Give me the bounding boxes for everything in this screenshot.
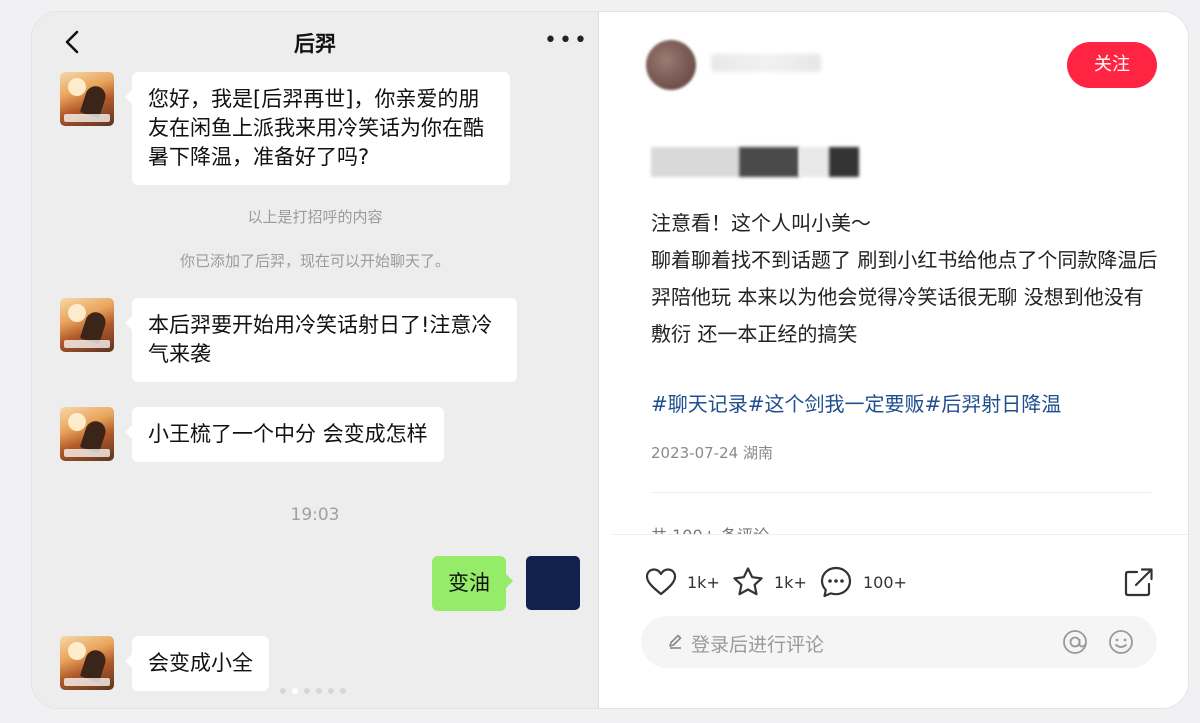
- mention-icon[interactable]: [1061, 628, 1089, 656]
- comment-placeholder: 登录后进行评论: [691, 634, 825, 656]
- system-notice: 以上是打招呼的内容: [247, 208, 383, 226]
- heart-icon: [645, 568, 677, 596]
- screenshot-frame: 后羿 ••• 您好，我是[后羿再世]，你亲爱的朋友在闲鱼上派我来用冷笑话为你在酷…: [32, 12, 1188, 708]
- blurred-image: [829, 147, 859, 177]
- hashtag-link[interactable]: #后羿射日降温: [925, 392, 1062, 416]
- blurred-image: [739, 147, 799, 177]
- my-avatar[interactable]: [526, 556, 580, 610]
- comment-total: 100+: [863, 572, 907, 592]
- author-avatar[interactable]: [646, 40, 696, 90]
- post-panel: 关注 注意看！这个人叫小美～ 聊着聊着找不到话题了 刷到小红书给他点了个同款降温…: [611, 12, 1188, 708]
- follow-button[interactable]: 关注: [1067, 42, 1157, 88]
- chat-title: 后羿: [294, 32, 336, 56]
- divider: [651, 492, 1151, 493]
- like-button[interactable]: 1k+: [645, 565, 720, 599]
- star-icon: [733, 567, 763, 596]
- carousel-indicator: [277, 679, 349, 698]
- message-bubble[interactable]: 您好，我是[后羿再世]，你亲爱的朋友在闲鱼上派我来用冷笑话为你在酷暑下降温，准备…: [125, 72, 510, 185]
- contact-avatar[interactable]: [60, 636, 114, 690]
- post-location: 湖南: [742, 444, 773, 462]
- blurred-image: [799, 147, 829, 177]
- post-meta: 2023-07-24 湖南: [651, 442, 773, 463]
- chat-header: 后羿 •••: [32, 12, 598, 72]
- contact-avatar[interactable]: [60, 298, 114, 352]
- hashtag-link[interactable]: #这个剑我一定要贩: [748, 392, 925, 416]
- share-button[interactable]: [1123, 565, 1155, 599]
- message-bubble[interactable]: 小王梳了一个中分 会变成怎样: [125, 407, 444, 462]
- comment-input[interactable]: 登录后进行评论: [641, 616, 1157, 668]
- collect-count: 1k+: [774, 572, 807, 592]
- comment-button[interactable]: 100+: [819, 565, 907, 599]
- pencil-icon: [669, 634, 682, 649]
- more-icon[interactable]: •••: [544, 30, 589, 52]
- chat-panel: 后羿 ••• 您好，我是[后羿再世]，你亲爱的朋友在闲鱼上派我来用冷笑话为你在酷…: [32, 12, 599, 708]
- collect-button[interactable]: 1k+: [732, 565, 807, 599]
- author-name-blurred[interactable]: [711, 54, 821, 72]
- hashtag-list: #聊天记录#这个剑我一定要贩#后羿射日降温: [651, 388, 1061, 417]
- contact-avatar[interactable]: [60, 72, 114, 126]
- message-bubble[interactable]: 会变成小全: [125, 636, 269, 691]
- comment-icon: [820, 566, 852, 598]
- post-line: 注意看！这个人叫小美～: [651, 211, 871, 235]
- my-message-bubble[interactable]: 变油: [432, 556, 513, 611]
- blurred-image: [651, 147, 739, 177]
- post-date: 2023-07-24: [651, 444, 739, 462]
- system-notice: 你已添加了后羿，现在可以开始聊天了。: [179, 252, 450, 270]
- emoji-icon[interactable]: [1107, 628, 1135, 656]
- share-icon: [1124, 568, 1153, 597]
- message-bubble[interactable]: 本后羿要开始用冷笑话射日了!注意冷气来袭: [125, 298, 517, 382]
- hashtag-link[interactable]: #聊天记录: [651, 392, 748, 416]
- contact-avatar[interactable]: [60, 407, 114, 461]
- post-line: 聊着聊着找不到话题了 刷到小红书给他点了个同款降温后羿陪他玩 本来以为他会觉得冷…: [651, 248, 1158, 346]
- like-count: 1k+: [687, 572, 720, 592]
- post-body: 注意看！这个人叫小美～ 聊着聊着找不到话题了 刷到小红书给他点了个同款降温后羿陪…: [651, 205, 1161, 353]
- message-timestamp: 19:03: [290, 505, 340, 525]
